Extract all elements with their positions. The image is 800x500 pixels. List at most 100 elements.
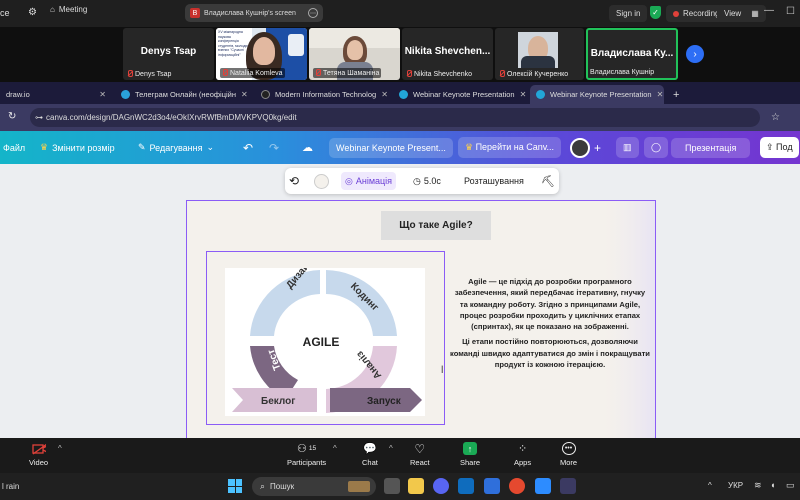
resize-label: Змінити розмір bbox=[52, 142, 115, 153]
record-dot-icon bbox=[673, 10, 679, 17]
upgrade-button[interactable]: ♛ Перейти на Canv... bbox=[458, 137, 562, 158]
resize-button[interactable]: ♛ Змінити розмір bbox=[40, 131, 115, 164]
tab-label: Телеграм Онлайн (неофіційн bbox=[135, 90, 236, 99]
maximize-icon[interactable]: ☐ bbox=[786, 6, 795, 17]
participant-label: Владислава Кушнір bbox=[590, 69, 654, 76]
logo-panel bbox=[288, 34, 304, 56]
chevron-up-icon[interactable]: ^ bbox=[333, 444, 337, 453]
replace-icon[interactable]: ⟲ bbox=[289, 168, 299, 194]
task-view-icon[interactable] bbox=[384, 478, 400, 494]
slide-text-block[interactable]: Agile — це підхід до розробки програмног… bbox=[450, 276, 650, 370]
share-button[interactable]: ⇪ Под bbox=[760, 137, 799, 158]
active-speaker-tile[interactable]: Владислава Ку... Владислава Кушнір bbox=[586, 28, 678, 80]
position-button[interactable]: Розташування bbox=[464, 168, 524, 194]
close-tab-icon[interactable]: ✕ bbox=[657, 90, 664, 99]
participant-name: Nikita Shevchenko bbox=[414, 70, 472, 78]
minimize-icon[interactable]: — bbox=[764, 5, 774, 16]
view-layout-icon: ▦ bbox=[751, 9, 759, 18]
muted-mic-icon bbox=[315, 69, 321, 77]
document-title[interactable]: Webinar Keynote Present... bbox=[329, 137, 453, 158]
animation-button[interactable]: ◎ Анімація bbox=[341, 172, 397, 190]
close-tab-icon[interactable]: ✕ bbox=[241, 90, 248, 99]
participant-tile-video[interactable]: Олексій Кучеренко bbox=[495, 28, 584, 80]
bookmark-star-icon[interactable]: ☆ bbox=[771, 112, 780, 123]
battery-icon[interactable]: ▭ bbox=[786, 480, 795, 491]
launch-label: Запуск bbox=[367, 396, 402, 407]
tab-telegram[interactable]: Телеграм Онлайн (неофіційн ✕ bbox=[115, 85, 251, 104]
add-collaborator-icon[interactable]: + bbox=[594, 131, 601, 164]
volume-icon[interactable]: ◖ bbox=[770, 480, 775, 490]
paint-format-icon[interactable]: ⛏ bbox=[541, 168, 555, 194]
site-info-icon[interactable]: ⊶ bbox=[35, 113, 43, 122]
participant-tile[interactable]: Denys Tsap Denys Tsap bbox=[123, 28, 214, 80]
next-page-icon[interactable]: › bbox=[686, 45, 704, 63]
participant-label: Тетяна Шаманіна bbox=[313, 68, 382, 78]
color-swatch[interactable] bbox=[314, 168, 329, 194]
agile-diagram[interactable]: Дизайн Кодинг Тест Аналіз Беклог Запуск … bbox=[225, 256, 425, 416]
tab-webinar-active[interactable]: Webinar Keynote Presentation ✕ bbox=[530, 85, 664, 104]
chevron-up-icon[interactable]: ^ bbox=[58, 444, 62, 453]
comment-icon[interactable]: ◯ bbox=[644, 137, 669, 158]
new-tab-icon[interactable]: + bbox=[667, 85, 685, 104]
taskbar-search[interactable]: ⌕ Пошук bbox=[252, 477, 376, 496]
apps-button[interactable]: ⁘ Apps bbox=[514, 442, 531, 467]
file-menu[interactable]: Файл bbox=[3, 131, 25, 164]
present-button[interactable]: Презентація bbox=[671, 137, 751, 158]
cloud-sync-icon[interactable]: ☁ bbox=[302, 131, 313, 164]
chrome-icon[interactable] bbox=[509, 478, 525, 494]
view-button[interactable]: View ▦ bbox=[717, 5, 766, 22]
meeting-controls: Video ^ ⚇ 15 Participants ^ 💬 Chat ^ ♡ Reac… bbox=[0, 438, 800, 473]
url-field[interactable]: ⊶ canva.com/design/DAGnWC2d3o4/eOkIXrvRW… bbox=[30, 108, 780, 127]
tab-label: Modern Information Technolog bbox=[275, 90, 377, 99]
browser-app-icon[interactable] bbox=[560, 478, 576, 494]
recording-label: Recording bbox=[683, 9, 720, 18]
editing-dropdown[interactable]: ✎ Редагування ⌄ bbox=[138, 131, 214, 164]
participants-icon: ⚇ 15 bbox=[297, 443, 317, 455]
tab-modern-it[interactable]: Modern Information Technolog ✕ bbox=[255, 85, 391, 104]
more-button[interactable]: ••• More bbox=[560, 442, 577, 467]
video-label: Video bbox=[29, 458, 49, 467]
windows-start-icon[interactable] bbox=[228, 479, 242, 493]
share-screen-button[interactable]: ↑ Share bbox=[460, 442, 480, 467]
chevron-up-icon[interactable]: ^ bbox=[389, 444, 393, 453]
reload-icon[interactable]: ↻ bbox=[8, 111, 16, 122]
react-button[interactable]: ♡ React bbox=[410, 442, 430, 468]
participant-label: Nikita Shevchenko bbox=[406, 70, 472, 78]
screen-share-indicator[interactable]: B Владислава Кушнір's screen ⋯ bbox=[185, 4, 323, 22]
undo-icon[interactable]: ↶ bbox=[243, 131, 253, 164]
redo-icon[interactable]: ↷ bbox=[269, 131, 279, 164]
participant-label: Олексій Кучеренко bbox=[499, 70, 568, 78]
participant-tile[interactable]: Nikita Shevchen... Nikita Shevchenko bbox=[402, 28, 493, 80]
signin-button[interactable]: Sign in bbox=[609, 5, 648, 22]
telegram-icon bbox=[121, 90, 130, 99]
close-tab-icon[interactable]: ✕ bbox=[381, 90, 388, 99]
language-indicator[interactable]: УКР bbox=[728, 481, 743, 490]
insights-icon[interactable]: ▥ bbox=[616, 137, 639, 158]
discord-icon[interactable] bbox=[433, 478, 449, 494]
participant-tile-video[interactable]: Тетяна Шаманіна bbox=[309, 28, 400, 80]
outlook-icon[interactable] bbox=[458, 478, 474, 494]
tab-drawio[interactable]: draw.io ✕ bbox=[0, 85, 112, 104]
participants-button[interactable]: ⚇ 15 Participants bbox=[287, 442, 326, 467]
security-shield-icon[interactable]: ✓ bbox=[650, 6, 661, 19]
windows-taskbar: l rain ⌕ Пошук ^ УКР ≋ ◖ ▭ bbox=[0, 473, 800, 500]
close-tab-icon[interactable]: ✕ bbox=[520, 90, 527, 99]
slide-paragraph: Ці етапи постійно повторюються, дозволяю… bbox=[450, 337, 650, 370]
zoom-app-icon[interactable] bbox=[484, 478, 500, 494]
slide-title[interactable]: Що таке Agile? bbox=[381, 211, 491, 240]
meeting-menu[interactable]: ⌂ Meeting bbox=[50, 5, 87, 14]
tab-webinar-1[interactable]: Webinar Keynote Presentation ✕ bbox=[393, 85, 529, 104]
video-button[interactable]: Video bbox=[29, 442, 48, 467]
more-options-icon[interactable]: ⋯ bbox=[308, 8, 318, 18]
duration-button[interactable]: ◷ 5.0с bbox=[413, 168, 441, 194]
avatar[interactable] bbox=[570, 131, 590, 164]
tray-chevron-icon[interactable]: ^ bbox=[708, 481, 712, 490]
participant-tile-video[interactable]: XV міжнародна наукова конференція студен… bbox=[216, 28, 307, 80]
close-tab-icon[interactable]: ✕ bbox=[99, 90, 106, 99]
search-placeholder: Пошук bbox=[270, 482, 295, 491]
wifi-icon[interactable]: ≋ bbox=[754, 480, 762, 491]
zoom-taskbar-icon[interactable] bbox=[535, 478, 551, 494]
gear-icon[interactable]: ⚙ bbox=[28, 7, 37, 18]
chat-button[interactable]: 💬 Chat bbox=[362, 442, 378, 467]
file-explorer-icon[interactable] bbox=[408, 478, 424, 494]
